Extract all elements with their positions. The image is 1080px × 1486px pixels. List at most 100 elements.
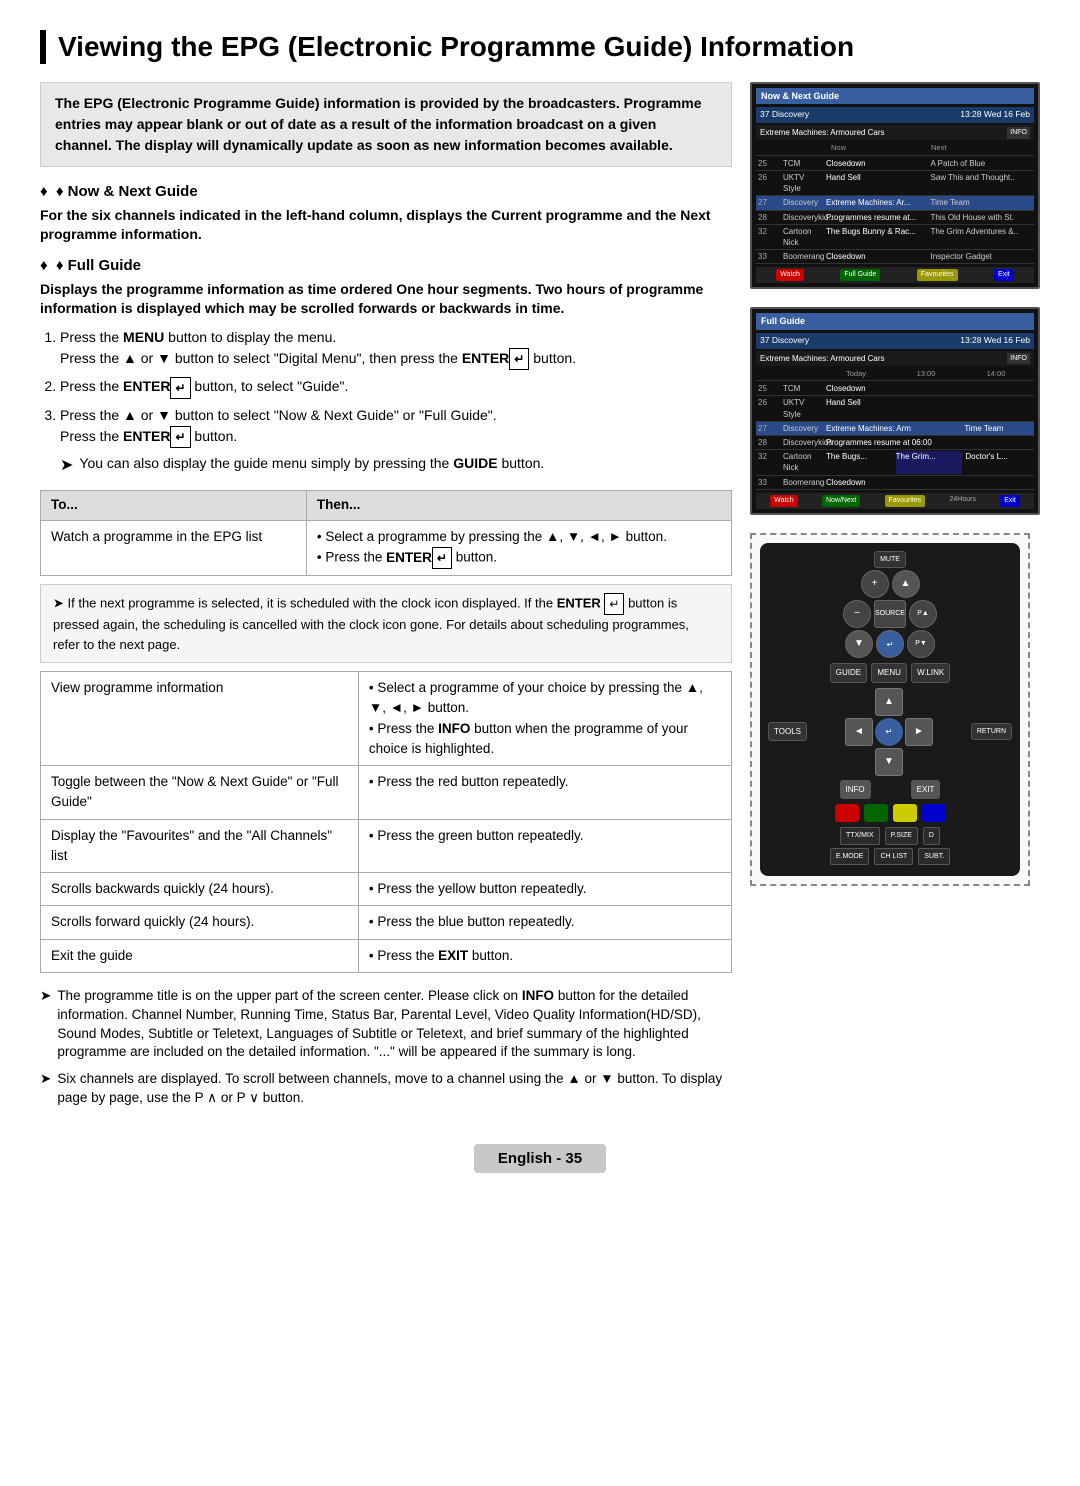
wlink-button[interactable]: W.LINK bbox=[911, 663, 950, 682]
epg-table-section: To... Then... Watch a programme in the E… bbox=[40, 490, 732, 973]
down-arrow-button[interactable]: ▼ bbox=[845, 630, 873, 658]
table-row: Exit the guide • Press the EXIT button. bbox=[41, 939, 732, 972]
epg-time: 13:28 Wed 16 Feb bbox=[960, 109, 1030, 121]
full-guide-desc: Displays the programme information as ti… bbox=[40, 280, 732, 319]
full-guide-title: ♦ ♦ Full Guide bbox=[40, 255, 732, 276]
dpad-empty-tr bbox=[905, 688, 933, 716]
epg-full-ch-28: 28 Discoverykids Programmes resume at 06… bbox=[756, 436, 1034, 450]
green-button[interactable] bbox=[864, 804, 888, 822]
table-col1-header: To... bbox=[41, 490, 307, 520]
volume-down-button[interactable]: − bbox=[843, 600, 871, 628]
page-footer: English - 35 bbox=[40, 1140, 1040, 1177]
table-row: Scrolls backwards quickly (24 hours). • … bbox=[41, 873, 732, 906]
epg-full-ch-26: 26 UKTV Style Hand Sell bbox=[756, 396, 1034, 421]
table-cell-then-1: • Select a programme by pressing the ▲, … bbox=[306, 520, 731, 575]
remote-info-exit-row: INFO EXIT bbox=[768, 780, 1012, 799]
table-row: Watch a programme in the EPG list • Sele… bbox=[41, 520, 732, 575]
ch-list-button[interactable]: CH LIST bbox=[874, 848, 913, 866]
table-row: Scrolls forward quickly (24 hours). • Pr… bbox=[41, 906, 732, 939]
epg-full-bottom-bar: Watch Now/Next Favourites 24Hours Exit bbox=[756, 493, 1034, 509]
ttx-mix-button[interactable]: TTX/MIX bbox=[840, 827, 880, 845]
info-button[interactable]: INFO bbox=[840, 780, 871, 799]
dpad-down[interactable]: ▼ bbox=[875, 748, 903, 776]
epg-full-ch-32: 32 Cartoon Nick The Bugs... The Grim... … bbox=[756, 450, 1034, 475]
dpad-up[interactable]: ▲ bbox=[875, 688, 903, 716]
red-button[interactable] bbox=[835, 804, 859, 822]
info-badge-2: INFO bbox=[1007, 353, 1030, 365]
epg-actions-table-2: View programme information • Select a pr… bbox=[40, 671, 732, 973]
24hours-label: 24Hours bbox=[949, 495, 975, 507]
right-column: Now & Next Guide 37 Discovery 13:28 Wed … bbox=[750, 82, 1040, 1117]
channel-up-p[interactable]: P▲ bbox=[909, 600, 937, 628]
full-guide-btn[interactable]: Full Guide bbox=[840, 269, 880, 281]
source-button[interactable]: SOURCE bbox=[874, 600, 906, 628]
remote-emode-row: E.MODE CH LIST SUBT. bbox=[768, 848, 1012, 866]
watch-btn-2[interactable]: Watch bbox=[770, 495, 798, 507]
epg-full-info-row: 37 Discovery 13:28 Wed 16 Feb bbox=[756, 333, 1034, 349]
dpad-empty-tl bbox=[845, 688, 873, 716]
tools-button[interactable]: TOOLS bbox=[768, 722, 807, 741]
remote-ttx-row: TTX/MIX P.SIZE D bbox=[768, 827, 1012, 845]
now-next-btn[interactable]: Now/Next bbox=[822, 495, 860, 507]
table-cell-then-favs: • Press the green button repeatedly. bbox=[358, 819, 731, 873]
diamond-icon-2: ♦ bbox=[40, 257, 48, 274]
info-badge: INFO bbox=[1007, 127, 1030, 139]
dpad-left[interactable]: ◄ bbox=[845, 718, 873, 746]
enter-symbol-note: ↵ bbox=[604, 593, 624, 615]
section-now-next: ♦ ♦ Now & Next Guide For the six channel… bbox=[40, 181, 732, 245]
intro-box: The EPG (Electronic Programme Guide) inf… bbox=[40, 82, 732, 167]
favourites-btn-2[interactable]: Favourites bbox=[885, 495, 926, 507]
epg-ch-row-26: 26 UKTV Style Hand Sell Saw This and Tho… bbox=[756, 171, 1034, 196]
subt-button[interactable]: SUBT. bbox=[918, 848, 950, 866]
table-cell-then-view: • Select a programme of your choice by p… bbox=[358, 672, 731, 766]
p-size-button[interactable]: P.SIZE bbox=[885, 827, 918, 845]
table-row: Toggle between the "Now & Next Guide" or… bbox=[41, 766, 732, 820]
dpad-right[interactable]: ► bbox=[905, 718, 933, 746]
table-cell-to-toggle: Toggle between the "Now & Next Guide" or… bbox=[41, 766, 359, 820]
table-cell-then-fwd: • Press the blue button repeatedly. bbox=[358, 906, 731, 939]
epg-ch-row-33: 33 Boomerang Closedown Inspector Gadget bbox=[756, 250, 1034, 264]
epg-full-ch-33: 33 Boomerang Closedown bbox=[756, 476, 1034, 490]
channel-down-p[interactable]: P▼ bbox=[907, 630, 935, 658]
epg-highlight-ch: 37 Discovery bbox=[760, 109, 809, 121]
color-buttons bbox=[768, 804, 1012, 822]
epg-ch-row-27: 27 Discovery Extreme Machines: Ar... Tim… bbox=[756, 196, 1034, 210]
blue-button[interactable] bbox=[922, 804, 946, 822]
table-cell-then-toggle: • Press the red button repeatedly. bbox=[358, 766, 731, 820]
mute-button[interactable]: MUTE bbox=[874, 551, 906, 569]
favourites-btn[interactable]: Favourites bbox=[917, 269, 958, 281]
epg-ch-row-25: 25 TCM Closedown A Patch of Blue bbox=[756, 157, 1034, 171]
remote-mute-section: MUTE + ▲ − SOURCE P▲ bbox=[843, 551, 937, 659]
e-mode-button[interactable]: E.MODE bbox=[830, 848, 870, 866]
watch-btn[interactable]: Watch bbox=[776, 269, 804, 281]
up-arrow-button[interactable]: ▲ bbox=[892, 570, 920, 598]
epg-col-headers: Now Next bbox=[756, 142, 1034, 156]
page-title: Viewing the EPG (Electronic Programme Gu… bbox=[40, 30, 1040, 64]
dpad-enter[interactable]: ↵ bbox=[875, 718, 903, 746]
guide-button[interactable]: GUIDE bbox=[830, 663, 867, 682]
yellow-button[interactable] bbox=[893, 804, 917, 822]
d-pad: ▲ ◄ ↵ ► ▼ bbox=[845, 688, 933, 776]
dpad-empty-br bbox=[905, 748, 933, 776]
epg-now-next-bottom-bar: Watch Full Guide Favourites Exit bbox=[756, 267, 1034, 283]
remote-top-row: MUTE + ▲ − SOURCE P▲ bbox=[768, 551, 1012, 659]
menu-button[interactable]: MENU bbox=[871, 663, 907, 682]
page-number-badge: English - 35 bbox=[474, 1144, 606, 1173]
step-2: Press the ENTER↵ button, to select "Guid… bbox=[60, 376, 732, 398]
d-button[interactable]: D bbox=[923, 827, 940, 845]
volume-up-button[interactable]: + bbox=[861, 570, 889, 598]
exit-button[interactable]: EXIT bbox=[911, 780, 941, 799]
tip-box-1: ➤ You can also display the guide menu si… bbox=[60, 453, 732, 478]
remote-mid-row: − SOURCE P▲ bbox=[843, 600, 937, 628]
footer-notes: ➤ The programme title is on the upper pa… bbox=[40, 987, 732, 1108]
remote-control: MUTE + ▲ − SOURCE P▲ bbox=[760, 543, 1020, 877]
tip-arrow-icon: ➤ bbox=[60, 454, 73, 478]
epg-actions-table: To... Then... Watch a programme in the E… bbox=[40, 490, 732, 576]
channel-enter[interactable]: ↵ bbox=[876, 630, 904, 658]
footer-note-2: ➤ Six channels are displayed. To scroll … bbox=[40, 1070, 732, 1108]
return-button[interactable]: RETURN bbox=[971, 723, 1012, 741]
remote-low-row: ▼ ↵ P▼ bbox=[845, 630, 935, 658]
exit-btn-epg1[interactable]: Exit bbox=[994, 269, 1014, 281]
exit-btn-epg2[interactable]: Exit bbox=[1000, 495, 1020, 507]
now-next-title: ♦ ♦ Now & Next Guide bbox=[40, 181, 732, 202]
